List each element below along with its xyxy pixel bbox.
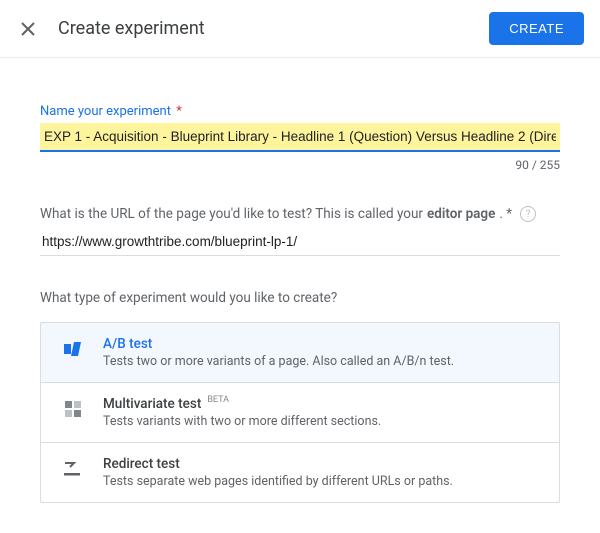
option-title: Redirect test <box>103 456 537 472</box>
type-section-label: What type of experiment would you like t… <box>40 290 560 306</box>
name-char-counter: 90 / 255 <box>40 158 560 172</box>
create-button[interactable]: CREATE <box>489 12 584 45</box>
header-left: Create experiment <box>16 17 205 41</box>
name-field-label: Name your experiment * <box>40 104 560 119</box>
option-title-text: A/B test <box>103 336 152 352</box>
option-desc: Tests two or more variants of a page. Al… <box>103 354 537 369</box>
dialog-content: Name your experiment * 90 / 255 What is … <box>0 58 600 533</box>
ab-test-icon <box>63 339 83 359</box>
beta-badge: BETA <box>207 395 229 405</box>
experiment-name-input[interactable] <box>40 123 560 150</box>
help-icon[interactable]: ? <box>520 206 536 222</box>
option-title: Multivariate test BETA <box>103 396 537 412</box>
option-ab-test[interactable]: A/B test Tests two or more variants of a… <box>41 323 559 383</box>
url-label-bold: editor page <box>427 206 495 222</box>
multivariate-icon <box>63 399 83 419</box>
dialog-header: Create experiment CREATE <box>0 0 600 58</box>
url-label-suffix: . * <box>499 206 512 222</box>
option-title: A/B test <box>103 336 537 352</box>
option-redirect-test[interactable]: Redirect test Tests separate web pages i… <box>41 443 559 502</box>
close-button[interactable] <box>16 17 40 41</box>
option-text: Multivariate test BETA Tests variants wi… <box>103 396 537 429</box>
url-field-label: What is the URL of the page you'd like t… <box>40 206 560 222</box>
option-desc: Tests separate web pages identified by d… <box>103 474 537 489</box>
required-asterisk: * <box>176 104 182 119</box>
url-field-block: What is the URL of the page you'd like t… <box>40 206 560 256</box>
option-multivariate-test[interactable]: Multivariate test BETA Tests variants wi… <box>41 383 559 443</box>
option-title-text: Redirect test <box>103 456 180 472</box>
option-desc: Tests variants with two or more differen… <box>103 414 537 429</box>
close-icon <box>20 21 36 37</box>
redirect-icon <box>63 459 83 479</box>
experiment-type-section: What type of experiment would you like t… <box>40 290 560 503</box>
url-label-prefix: What is the URL of the page you'd like t… <box>40 206 423 222</box>
name-label-text: Name your experiment <box>40 104 171 119</box>
option-text: A/B test Tests two or more variants of a… <box>103 336 537 369</box>
name-field-block: Name your experiment * 90 / 255 <box>40 104 560 172</box>
editor-page-url-input[interactable] <box>40 228 560 256</box>
experiment-type-options: A/B test Tests two or more variants of a… <box>40 322 560 503</box>
option-title-text: Multivariate test <box>103 396 201 412</box>
name-input-wrap <box>40 123 560 152</box>
dialog-title: Create experiment <box>58 18 205 39</box>
option-text: Redirect test Tests separate web pages i… <box>103 456 537 489</box>
